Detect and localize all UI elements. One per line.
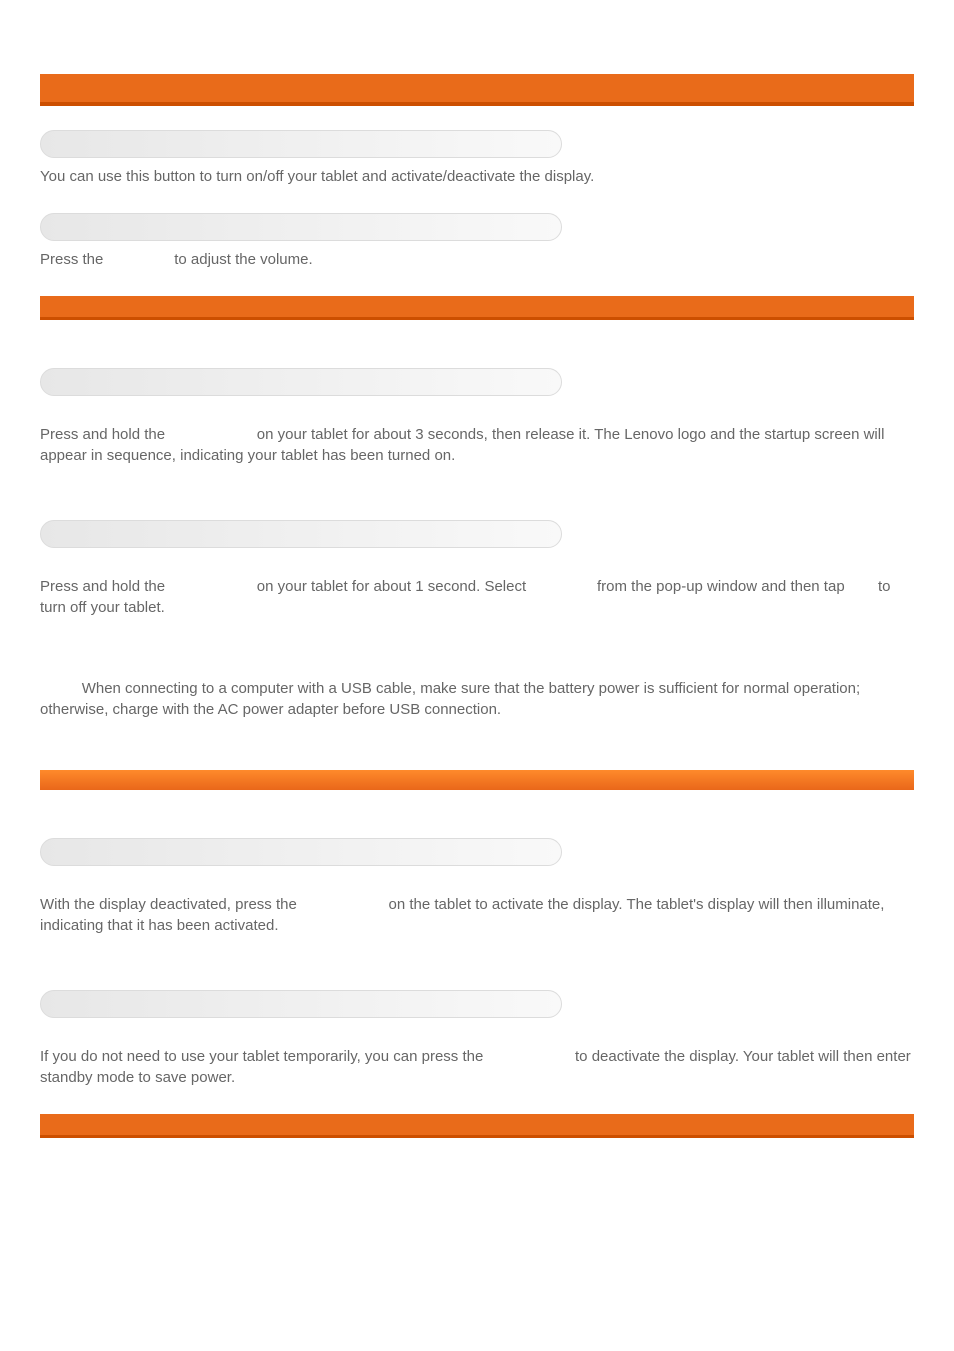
text-span: With the display deactivated, press the	[40, 896, 301, 913]
text-span: If you do not need to use your tablet te…	[40, 1048, 487, 1065]
text-onoff: You can use this button to turn on/off y…	[40, 166, 914, 187]
power-button-placeholder	[487, 1048, 570, 1065]
text-span: on your tablet for about 1 second. Selec…	[253, 578, 531, 595]
text-span: When connecting to a computer with a USB…	[40, 680, 864, 718]
power-button-placeholder	[301, 896, 384, 913]
text-note: When connecting to a computer with a USB…	[40, 678, 914, 720]
text-volume: Press the to adjust the volume.	[40, 249, 914, 270]
text-span: Press the	[40, 251, 108, 268]
section-heading-bar-bottom	[40, 1114, 914, 1138]
section-divider-bar-power	[40, 296, 914, 320]
section-heading-bar-display	[40, 770, 914, 790]
subsection-pill-poweroff	[40, 520, 562, 548]
text-span: You can use this button to turn on/off y…	[40, 168, 594, 185]
text-poweron: Press and hold the on your tablet for ab…	[40, 424, 914, 466]
document-page: You can use this button to turn on/off y…	[0, 0, 954, 1218]
subsection-pill-volume	[40, 213, 562, 241]
text-span: Press and hold the	[40, 578, 169, 595]
section-heading-bar-keys	[40, 74, 914, 106]
subsection-pill-deactivate	[40, 990, 562, 1018]
ok-placeholder	[849, 578, 874, 595]
text-span: to adjust the volume.	[170, 251, 313, 268]
text-deactivate: If you do not need to use your tablet te…	[40, 1046, 914, 1088]
subsection-pill-onoff	[40, 130, 562, 158]
subsection-pill-poweron	[40, 368, 562, 396]
power-button-placeholder	[169, 426, 252, 443]
note-indent	[40, 680, 82, 697]
poweroff-option-placeholder	[530, 578, 593, 595]
text-span: Press and hold the	[40, 426, 169, 443]
text-span: from the pop-up window and then tap	[593, 578, 849, 595]
volume-key-placeholder	[108, 251, 171, 268]
text-activate: With the display deactivated, press the …	[40, 894, 914, 936]
subsection-pill-activate	[40, 838, 562, 866]
power-button-placeholder	[169, 578, 252, 595]
text-poweroff: Press and hold the on your tablet for ab…	[40, 576, 914, 618]
